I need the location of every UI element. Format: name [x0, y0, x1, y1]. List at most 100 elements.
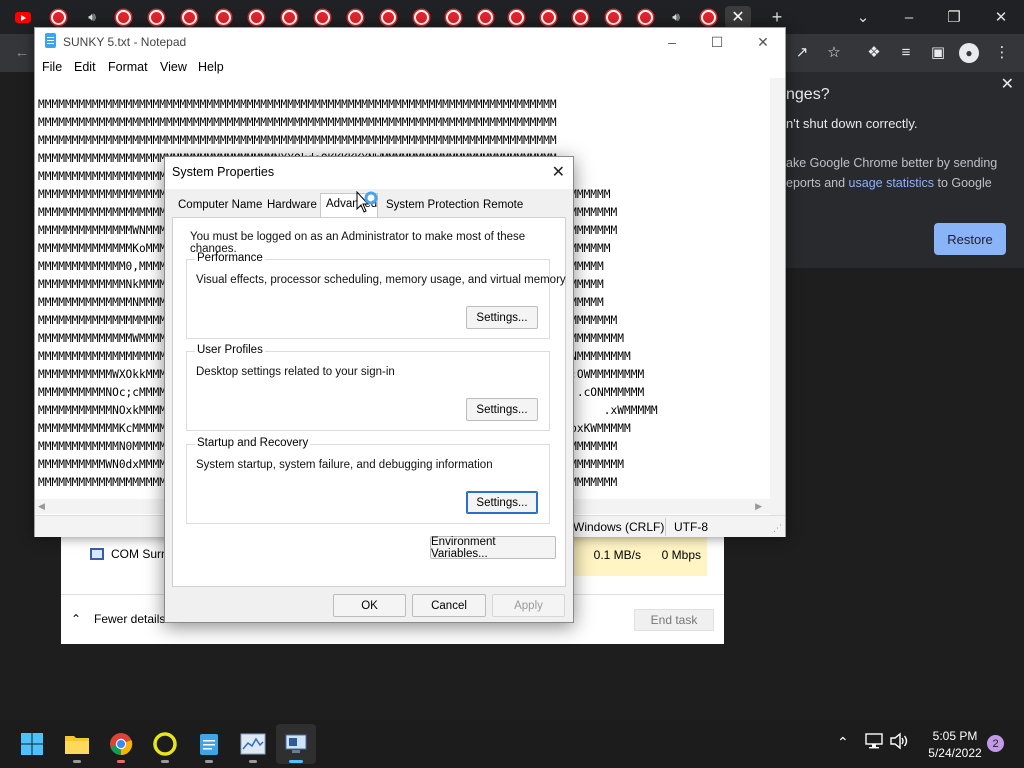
performance-settings-button[interactable]: Settings... — [466, 306, 538, 329]
chrome-icon — [110, 733, 133, 756]
bubble-consent-text: ake Google Chrome better by sending — [786, 156, 998, 170]
chrome-tab[interactable] — [146, 7, 166, 27]
menu-view[interactable]: View — [160, 60, 187, 74]
chrome-tab[interactable] — [378, 7, 398, 27]
end-task-button[interactable]: End task — [634, 609, 714, 631]
new-tab-icon[interactable]: + — [767, 7, 787, 27]
tab-favicon-icon — [347, 9, 363, 25]
speaker-icon[interactable]: 🔊︎ — [82, 7, 102, 27]
chrome-tab-youtube[interactable] — [13, 7, 33, 27]
clock-date[interactable]: 5/24/2022 — [916, 746, 994, 760]
volume-icon[interactable] — [889, 732, 909, 750]
chrome-tab[interactable] — [213, 7, 233, 27]
chrome-tab[interactable] — [246, 7, 266, 27]
circle-app-icon — [153, 732, 177, 756]
chrome-menu-icon[interactable]: ⋮ — [990, 42, 1014, 64]
close-icon[interactable]: ✕ — [743, 32, 783, 52]
chrome-tab[interactable] — [345, 7, 365, 27]
restore-window-icon[interactable]: ❐ — [944, 7, 964, 27]
tab-search-icon[interactable]: ⌄ — [853, 7, 873, 27]
speaker-icon[interactable]: 🔊︎ — [666, 7, 686, 27]
chevron-up-icon[interactable]: ⌃ — [71, 612, 81, 626]
notification-badge[interactable]: 2 — [987, 735, 1004, 752]
close-window-icon[interactable]: ✕ — [991, 7, 1011, 27]
cancel-button[interactable]: Cancel — [412, 594, 486, 617]
bookmark-star-icon[interactable]: ☆ — [822, 42, 846, 64]
vertical-scrollbar[interactable] — [770, 78, 785, 524]
menu-edit[interactable]: Edit — [74, 60, 96, 74]
restore-button[interactable]: Restore — [934, 223, 1006, 255]
taskbar: ⌃ 5:05 PM 5/24/2022 2 — [0, 720, 1024, 768]
tab-remote[interactable]: Remote — [483, 195, 523, 217]
bubble-consent-pre: eports and — [786, 176, 849, 190]
usage-statistics-link[interactable]: usage statistics — [849, 176, 934, 190]
minimize-icon[interactable]: – — [899, 7, 919, 27]
side-panel-icon[interactable]: ▣ — [926, 42, 950, 64]
tab-system-protection[interactable]: System Protection — [386, 195, 479, 217]
tab-hardware[interactable]: Hardware — [267, 195, 317, 217]
minimize-icon[interactable]: – — [652, 32, 692, 52]
user-profiles-settings-button[interactable]: Settings... — [466, 398, 538, 421]
chrome-tab[interactable] — [179, 7, 199, 27]
maximize-icon[interactable]: ☐ — [697, 32, 737, 52]
chrome-tab[interactable] — [538, 7, 558, 27]
start-icon — [21, 733, 43, 755]
dialog-titlebar[interactable]: System Properties ✕ — [165, 157, 573, 189]
fewer-details-link[interactable]: Fewer details — [94, 612, 165, 626]
bubble-consent-post: to Google — [934, 176, 992, 190]
tab-favicon-icon — [50, 9, 66, 25]
chrome-tab[interactable] — [570, 7, 590, 27]
profile-avatar-icon[interactable]: ● — [959, 43, 979, 63]
share-icon[interactable]: ↗ — [790, 42, 814, 64]
restore-pages-bubble: nges? ✕ n't shut down correctly. ake Goo… — [786, 72, 1024, 268]
performance-group: Performance Visual effects, processor sc… — [186, 252, 566, 339]
running-indicator — [205, 760, 213, 763]
chrome-tab[interactable] — [635, 7, 655, 27]
close-icon[interactable]: ✕ — [1001, 74, 1014, 94]
resize-grip-icon[interactable]: ⋰ — [773, 523, 782, 534]
tab-favicon-icon — [380, 9, 396, 25]
scroll-left-icon[interactable]: ◀ — [38, 501, 45, 512]
chrome-tab[interactable] — [48, 7, 68, 27]
taskbar-system-properties[interactable] — [276, 724, 316, 764]
taskbar-file-explorer[interactable] — [57, 724, 97, 764]
media-queue-icon[interactable]: ≡ — [894, 42, 918, 64]
youtube-icon — [15, 11, 31, 23]
tab-favicon-icon — [572, 9, 588, 25]
chrome-tab[interactable] — [698, 7, 718, 27]
notepad-titlebar[interactable]: SUNKY 5.txt - Notepad – ☐ ✕ — [35, 28, 785, 56]
clock-time[interactable]: 5:05 PM — [916, 729, 994, 743]
chrome-tab[interactable] — [506, 7, 526, 27]
chrome-tab[interactable] — [411, 7, 431, 27]
taskbar-task-manager[interactable] — [233, 724, 273, 764]
start-button[interactable] — [12, 724, 52, 764]
startup-recovery-settings-button[interactable]: Settings... — [466, 491, 538, 514]
menu-file[interactable]: File — [42, 60, 62, 74]
apply-button[interactable]: Apply — [492, 594, 565, 617]
system-properties-dialog: System Properties ✕ Computer Name Hardwa… — [164, 156, 574, 623]
scroll-right-icon[interactable]: ▶ — [755, 501, 762, 512]
chrome-tab[interactable] — [113, 7, 133, 27]
extensions-puzzle-icon[interactable]: ❖ — [862, 42, 886, 64]
running-indicator — [289, 760, 303, 763]
close-tab-icon[interactable]: ✕ — [725, 6, 751, 28]
taskbar-notepad[interactable] — [189, 724, 229, 764]
back-arrow-icon[interactable]: ← — [10, 42, 34, 64]
tab-computer-name[interactable]: Computer Name — [178, 195, 262, 217]
menu-help[interactable]: Help — [198, 60, 224, 74]
chrome-tab[interactable] — [475, 7, 495, 27]
network-icon[interactable] — [865, 733, 883, 749]
chrome-tab[interactable] — [603, 7, 623, 27]
close-icon[interactable]: ✕ — [552, 162, 565, 182]
chrome-tab[interactable] — [312, 7, 332, 27]
task-manager-icon — [240, 733, 266, 755]
chrome-tab[interactable] — [279, 7, 299, 27]
ok-button[interactable]: OK — [333, 594, 406, 617]
chrome-tab[interactable] — [443, 7, 463, 27]
environment-variables-button[interactable]: Environment Variables... — [430, 536, 556, 560]
chevron-up-icon[interactable]: ⌃ — [837, 734, 849, 751]
tab-favicon-icon — [248, 9, 264, 25]
taskbar-chrome[interactable] — [101, 724, 141, 764]
taskbar-circle-app[interactable] — [145, 724, 185, 764]
menu-format[interactable]: Format — [108, 60, 148, 74]
